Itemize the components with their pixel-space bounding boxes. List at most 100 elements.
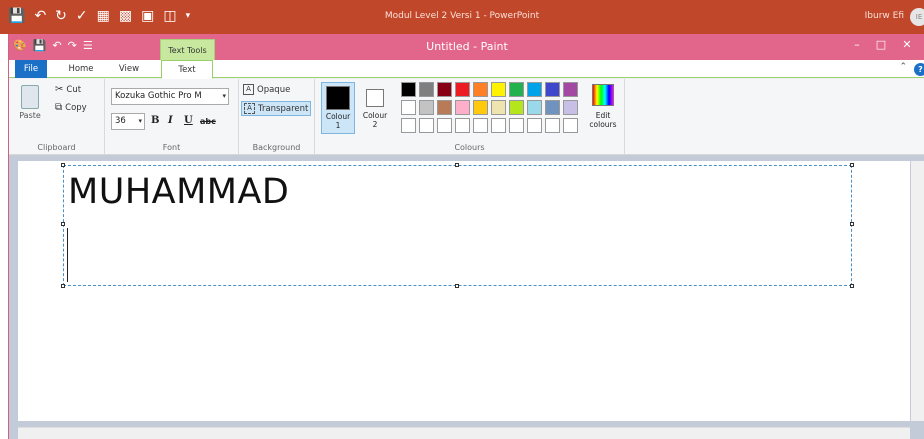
tab-text[interactable]: Text <box>161 60 213 79</box>
resize-handle[interactable] <box>61 222 65 226</box>
palette-swatch[interactable] <box>437 82 452 97</box>
palette-swatch[interactable] <box>545 82 560 97</box>
copy-icon: ⧉ <box>55 102 63 113</box>
copy-button[interactable]: ⧉ Copy <box>55 102 87 113</box>
underline-button[interactable]: U <box>184 115 193 126</box>
paint-window: 🎨 💾 ↶ ↷ ☰ Text Tools Untitled - Paint – … <box>8 34 924 439</box>
cut-label: Cut <box>66 84 82 95</box>
palette-swatch[interactable] <box>401 100 416 115</box>
copy-label: Copy <box>65 102 87 113</box>
palette-swatch[interactable] <box>455 82 470 97</box>
resize-handle[interactable] <box>850 284 854 288</box>
font-family-select[interactable]: Kozuka Gothic Pro M ▾ <box>111 88 229 105</box>
italic-button[interactable]: I <box>168 115 173 126</box>
palette-swatch[interactable] <box>455 118 470 133</box>
bold-button[interactable]: B <box>151 115 159 126</box>
chevron-down-icon: ▾ <box>138 117 142 125</box>
resize-handle[interactable] <box>850 163 854 167</box>
palette-swatch[interactable] <box>563 100 578 115</box>
opaque-button[interactable]: A Opaque <box>243 84 290 95</box>
palette-swatch[interactable] <box>527 100 542 115</box>
edit-colours-label: Edit colours <box>589 111 617 129</box>
palette-swatch[interactable] <box>419 118 434 133</box>
font-size-value: 36 <box>115 116 126 126</box>
minimize-button[interactable]: – <box>847 36 867 54</box>
resize-handle[interactable] <box>455 284 459 288</box>
close-button[interactable]: ✕ <box>897 36 917 54</box>
maximize-button[interactable]: □ <box>871 36 891 54</box>
avatar[interactable]: IE <box>910 8 924 26</box>
help-icon[interactable]: ? <box>914 63 924 76</box>
palette-swatch[interactable] <box>491 118 506 133</box>
palette-swatch[interactable] <box>473 118 488 133</box>
clipboard-group-label: Clipboard <box>37 143 76 152</box>
tab-file[interactable]: File <box>15 60 47 78</box>
transparent-label: Transparent <box>258 103 309 114</box>
palette-swatch[interactable] <box>509 82 524 97</box>
tab-home[interactable]: Home <box>61 60 101 78</box>
colour1-swatch <box>326 86 350 110</box>
clipboard-group: Paste ✂ Cut ⧉ Copy Clipboard <box>9 79 105 155</box>
palette-swatch[interactable] <box>419 82 434 97</box>
palette-swatch[interactable] <box>545 100 560 115</box>
resize-handle[interactable] <box>850 222 854 226</box>
palette-swatch[interactable] <box>455 100 470 115</box>
powerpoint-titlebar: 💾 ↶ ↻ ✓ ▦ ▩ ▣ ◫ ▾ Modul Level 2 Versi 1 … <box>0 0 924 34</box>
paste-button[interactable]: Paste <box>15 85 45 120</box>
colours-group: Colour 1 Colour 2 Edit colours Colours <box>315 79 625 155</box>
palette-swatch[interactable] <box>509 100 524 115</box>
palette-swatch[interactable] <box>437 100 452 115</box>
font-size-select[interactable]: 36 ▾ <box>111 113 145 130</box>
colour2-button[interactable]: Colour 2 <box>358 82 392 134</box>
resize-handle[interactable] <box>61 284 65 288</box>
palette-swatch[interactable] <box>473 100 488 115</box>
palette-swatch[interactable] <box>419 100 434 115</box>
colour1-button[interactable]: Colour 1 <box>321 82 355 134</box>
vertical-scrollbar[interactable] <box>911 161 924 421</box>
font-family-value: Kozuka Gothic Pro M <box>115 91 202 101</box>
colours-group-label: Colours <box>454 143 485 152</box>
tab-view[interactable]: View <box>111 60 147 78</box>
palette-swatch[interactable] <box>491 100 506 115</box>
edit-colours-button[interactable]: Edit colours <box>586 84 620 129</box>
palette-swatch[interactable] <box>437 118 452 133</box>
text-box[interactable]: MUHAMMAD <box>61 163 854 288</box>
palette-swatch[interactable] <box>545 118 560 133</box>
colour2-swatch <box>366 89 384 107</box>
user-name[interactable]: Iburw Efi <box>865 11 904 21</box>
opaque-label: Opaque <box>257 84 291 95</box>
palette-swatch[interactable] <box>509 118 524 133</box>
colour2-label: Colour 2 <box>362 111 388 129</box>
chevron-down-icon: ▾ <box>222 92 226 100</box>
opaque-icon: A <box>243 84 254 95</box>
background-group-label: Background <box>252 143 301 152</box>
canvas-area: MUHAMMAD <box>9 155 924 439</box>
horizontal-scrollbar[interactable] <box>18 427 910 439</box>
font-group: Kozuka Gothic Pro M ▾ 36 ▾ B I U abc Fon… <box>105 79 239 155</box>
palette-swatch[interactable] <box>563 118 578 133</box>
palette-swatch[interactable] <box>401 82 416 97</box>
strikethrough-button[interactable]: abc <box>200 117 216 126</box>
canvas-text[interactable]: MUHAMMAD <box>68 172 289 212</box>
canvas[interactable]: MUHAMMAD <box>18 161 910 421</box>
ribbon-tabs: File Home View Text ⌃ ? <box>9 60 924 79</box>
resize-handle[interactable] <box>61 163 65 167</box>
palette-swatch[interactable] <box>401 118 416 133</box>
colour1-label: Colour 1 <box>325 112 351 130</box>
palette-swatch[interactable] <box>527 118 542 133</box>
background-group: A Opaque A Transparent Background <box>239 79 315 155</box>
transparent-button[interactable]: A Transparent <box>241 101 312 116</box>
paint-titlebar: 🎨 💾 ↶ ↷ ☰ Text Tools Untitled - Paint – … <box>9 34 924 60</box>
collapse-ribbon-icon[interactable]: ⌃ <box>899 62 907 72</box>
palette-swatch[interactable] <box>563 82 578 97</box>
text-caret <box>67 228 68 282</box>
rainbow-icon <box>592 84 614 106</box>
paste-label: Paste <box>19 111 41 120</box>
cut-button[interactable]: ✂ Cut <box>55 84 81 95</box>
scissors-icon: ✂ <box>55 84 64 95</box>
palette-swatch[interactable] <box>527 82 542 97</box>
resize-handle[interactable] <box>455 163 459 167</box>
transparent-icon: A <box>244 103 255 114</box>
palette-swatch[interactable] <box>491 82 506 97</box>
palette-swatch[interactable] <box>473 82 488 97</box>
